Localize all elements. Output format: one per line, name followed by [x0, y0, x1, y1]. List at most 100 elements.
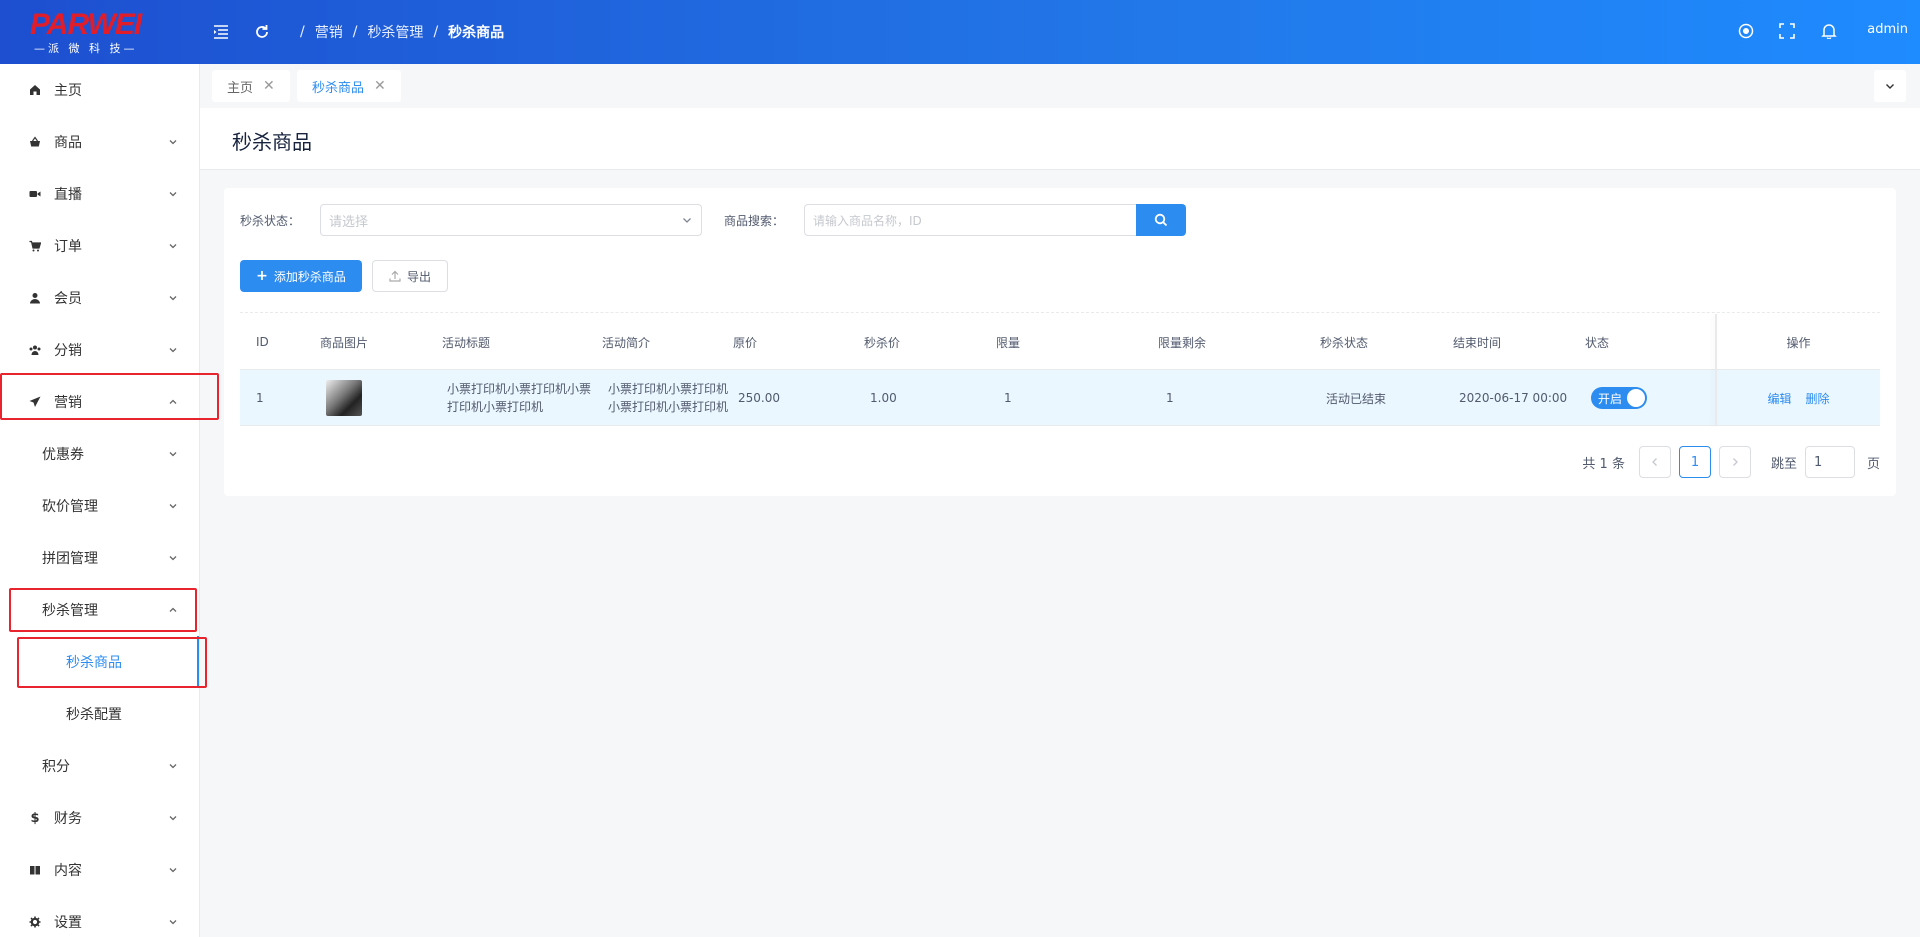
sidebar-item-coupon[interactable]: 优惠券 [0, 428, 199, 480]
cell-price: 250.00 [738, 391, 780, 405]
search-button[interactable] [1136, 204, 1186, 236]
cell-id: 1 [256, 391, 264, 405]
cell-intro: 小票打印机小票打印机小票打印机小票打印机 [608, 382, 729, 414]
page-title: 秒杀商品 [232, 130, 312, 154]
user-icon [28, 291, 42, 305]
chevron-down-icon [169, 816, 177, 821]
cell-seckill-status: 活动已结束 [1326, 391, 1387, 406]
column-header: 限量 [996, 335, 1021, 350]
status-toggle[interactable]: 开启 [1591, 387, 1647, 409]
search-input[interactable]: 请输入商品名称，ID [804, 204, 1136, 236]
fullscreen-icon[interactable] [1776, 20, 1798, 42]
sidebar-item-content[interactable]: 内容 [0, 844, 199, 896]
status-select[interactable]: 请选择 [320, 204, 702, 236]
add-seckill-button[interactable]: + 添加秒杀商品 [240, 260, 362, 292]
product-image[interactable] [326, 380, 362, 416]
chevron-down-icon [169, 868, 177, 873]
logo[interactable]: PARWEI —派 微 科 技— [30, 8, 165, 58]
cell-actions: 编辑 删除 [1717, 370, 1880, 426]
tab-seckill-goods[interactable]: 秒杀商品 ✕ [297, 70, 401, 102]
next-page-button[interactable] [1718, 446, 1751, 478]
breadcrumb-item[interactable]: 营销 [315, 22, 343, 42]
user-name[interactable]: admin [1867, 22, 1908, 37]
column-header: 状态 [1585, 335, 1610, 350]
paper-plane-icon [28, 395, 42, 409]
cart-icon [28, 239, 42, 253]
total-count: 共 1 条 [1582, 456, 1625, 472]
sidebar-item-finance[interactable]: $ 财务 [0, 792, 199, 844]
cell-seckill-price: 1.00 [870, 391, 897, 405]
record-icon[interactable] [1735, 20, 1757, 42]
video-camera-icon [28, 187, 42, 201]
delete-link[interactable]: 删除 [1806, 390, 1830, 407]
team-icon [28, 343, 42, 357]
pagination: 共 1 条 1 跳至 1 页 [1582, 446, 1880, 478]
logo-brand-white: WEI [87, 8, 143, 41]
breadcrumb-item[interactable]: 秒杀管理 [367, 22, 423, 42]
page-suffix: 页 [1866, 456, 1880, 472]
sidebar-item-settings[interactable]: 设置 [0, 896, 199, 937]
tab-dropdown-button[interactable] [1874, 70, 1906, 102]
cell-end-time: 2020-06-17 00:00 [1459, 391, 1568, 405]
divider [240, 312, 1880, 313]
close-icon[interactable]: ✕ [263, 78, 275, 94]
sidebar-item-live[interactable]: 直播 [0, 168, 199, 220]
tab-bar: 主页 ✕ 秒杀商品 ✕ [200, 64, 1920, 108]
chevron-down-icon [169, 296, 177, 301]
column-header: 秒杀状态 [1320, 335, 1369, 350]
jump-page-input[interactable]: 1 [1804, 446, 1855, 478]
search-icon [1154, 213, 1168, 227]
breadcrumb: / 营销 / 秒杀管理 / 秒杀商品 [300, 22, 505, 42]
sidebar-item-home[interactable]: 主页 [0, 64, 199, 116]
chevron-down-icon [683, 218, 691, 223]
menu-fold-icon[interactable] [211, 22, 231, 42]
dollar-icon: $ [30, 810, 40, 826]
chevron-down-icon [1886, 84, 1894, 89]
column-header: 活动标题 [442, 335, 491, 350]
chevron-down-icon [169, 452, 177, 457]
chevron-down-icon [169, 504, 177, 509]
fixed-column-divider [1715, 314, 1717, 426]
sidebar-item-seckill-goods[interactable]: 秒杀商品 [0, 636, 199, 688]
bell-icon[interactable] [1818, 20, 1840, 42]
sidebar-item-seckill-config[interactable]: 秒杀配置 [0, 688, 199, 740]
chevron-up-icon [169, 607, 177, 612]
chevron-down-icon [169, 140, 177, 145]
sidebar-item-bargain[interactable]: 砍价管理 [0, 480, 199, 532]
column-header: 秒杀价 [864, 335, 901, 350]
sidebar-item-order[interactable]: 订单 [0, 220, 199, 272]
book-icon [28, 863, 42, 877]
close-icon[interactable]: ✕ [374, 78, 386, 94]
sidebar-item-member[interactable]: 会员 [0, 272, 199, 324]
prev-page-button[interactable] [1638, 446, 1671, 478]
sidebar-item-distribution[interactable]: 分销 [0, 324, 199, 376]
sidebar-item-group-buy[interactable]: 拼团管理 [0, 532, 199, 584]
sidebar-item-points[interactable]: 积分 [0, 740, 199, 792]
export-button[interactable]: 导出 [372, 260, 448, 292]
tab-home[interactable]: 主页 ✕ [212, 70, 290, 102]
column-header: ID [256, 335, 269, 349]
column-header: 操作 [1786, 335, 1811, 350]
jump-label: 跳至 [1770, 456, 1797, 472]
page-number[interactable]: 1 [1678, 446, 1711, 478]
cell-limit: 1 [1004, 391, 1012, 405]
table-row[interactable]: 1 小票打印机小票打印机小票打印机小票打印机 小票打印机小票打印机小票打印机小票… [240, 370, 1880, 426]
sidebar-item-marketing[interactable]: 营销 [0, 376, 199, 428]
search-label: 商品搜索： [724, 214, 785, 228]
chevron-down-icon [169, 764, 177, 769]
page-header: 秒杀商品 [200, 108, 1920, 170]
table-header: ID 商品图片 活动标题 活动简介 原价 秒杀价 限量 限量剩余 秒杀状态 结束… [240, 314, 1880, 370]
sidebar-item-product[interactable]: 商品 [0, 116, 199, 168]
sidebar-item-seckill-manage[interactable]: 秒杀管理 [0, 584, 199, 636]
edit-link[interactable]: 编辑 [1767, 390, 1791, 407]
cell-title: 小票打印机小票打印机小票打印机小票打印机 [447, 382, 592, 414]
column-header: 原价 [733, 335, 758, 350]
gear-icon [28, 915, 42, 929]
seckill-table: ID 商品图片 活动标题 活动简介 原价 秒杀价 限量 限量剩余 秒杀状态 结束… [240, 314, 1880, 426]
home-icon [28, 83, 42, 97]
chevron-down-icon [169, 920, 177, 925]
sidebar: 主页 商品 直播 订单 会员 分销 营销 优惠券 砍价管理 拼团管理 秒杀管理 … [0, 64, 200, 937]
chevron-up-icon [169, 399, 177, 404]
refresh-icon[interactable] [252, 22, 272, 42]
logo-subtitle: —派 微 科 技— [34, 42, 138, 55]
